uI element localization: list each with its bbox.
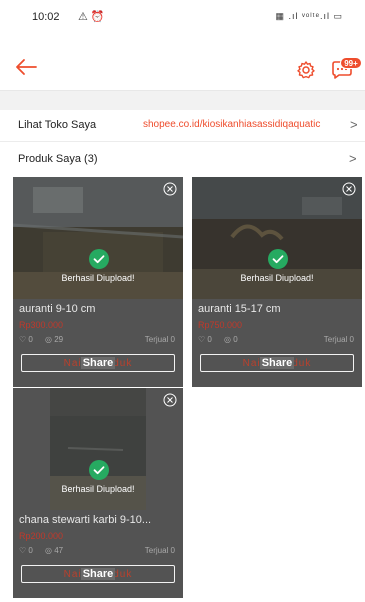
view-shop-label: Lihat Toko Saya	[18, 119, 97, 131]
my-products-title: Produk Saya (3)	[18, 153, 98, 165]
views-stat: ◎ 47	[45, 546, 63, 555]
status-system-icons: ▦ .ıl ᵛᵒˡᵗᵉ.ıl ▭	[275, 11, 343, 21]
eye-icon: ◎	[224, 335, 231, 344]
status-bar: 10:02 ⚠ ⏰ ▦ .ıl ᵛᵒˡᵗᵉ.ıl ▭	[0, 0, 365, 38]
view-shop-row[interactable]: Lihat Toko Saya shopee.co.id/kiosikanhia…	[0, 110, 365, 142]
share-button[interactable]: Naiki Produk Share	[21, 354, 175, 372]
close-icon[interactable]	[163, 182, 177, 196]
product-name: auranti 15-17 cm	[198, 303, 281, 315]
upload-success-label: Berhasil Diupload!	[240, 273, 314, 283]
my-products-panel: Produk Saya (3) > Berhasil Diupload! aur…	[0, 142, 365, 602]
views-count: 47	[54, 546, 64, 555]
chevron-right-icon: >	[349, 151, 357, 166]
check-circle-icon	[89, 460, 109, 480]
chat-badge: 99+	[340, 57, 362, 69]
likes-count: 0	[28, 335, 33, 344]
app-header: 99+	[0, 38, 365, 90]
settings-gear-icon[interactable]	[296, 60, 316, 80]
share-label: Share	[259, 357, 295, 369]
share-label: Share	[80, 357, 116, 369]
likes-stat: ♡ 0	[198, 335, 212, 344]
check-circle-icon	[268, 249, 288, 269]
product-price: Rp750.000	[198, 320, 243, 330]
product-price: Rp200.000	[19, 531, 64, 541]
shop-link[interactable]: shopee.co.id/kiosikanhiasassidiqaquatic	[143, 119, 320, 130]
likes-stat: ♡ 0	[19, 335, 33, 344]
status-time: 10:02	[32, 11, 60, 23]
likes-stat: ♡ 0	[19, 546, 33, 555]
share-button[interactable]: Naiki Produk Share	[200, 354, 354, 372]
share-button[interactable]: Naiki Produk Share	[21, 565, 175, 583]
eye-icon: ◎	[45, 546, 52, 555]
check-circle-icon	[89, 249, 109, 269]
back-arrow-icon[interactable]	[14, 58, 38, 76]
product-card[interactable]: Berhasil Diupload! auranti 9-10 cm Rp300…	[13, 177, 183, 387]
close-icon[interactable]	[342, 182, 356, 196]
product-stats: ♡ 0 ◎ 0 Terjual 0	[198, 335, 356, 347]
upload-success-label: Berhasil Diupload!	[61, 273, 135, 283]
heart-icon: ♡	[19, 546, 27, 555]
views-stat: ◎ 0	[224, 335, 238, 344]
product-stats: ♡ 0 ◎ 47 Terjual 0	[19, 546, 177, 558]
share-label: Share	[80, 568, 116, 580]
sold-count: Terjual 0	[323, 335, 354, 344]
views-stat: ◎ 29	[45, 335, 63, 344]
close-icon[interactable]	[163, 393, 177, 407]
views-count: 29	[54, 335, 64, 344]
product-name: auranti 9-10 cm	[19, 303, 96, 315]
my-products-header[interactable]: Produk Saya (3) >	[0, 142, 365, 176]
eye-icon: ◎	[45, 335, 52, 344]
product-price: Rp300.000	[19, 320, 64, 330]
sold-count: Terjual 0	[144, 546, 175, 555]
product-stats: ♡ 0 ◎ 29 Terjual 0	[19, 335, 177, 347]
heart-icon: ♡	[198, 335, 206, 344]
heart-icon: ♡	[19, 335, 27, 344]
section-divider	[0, 90, 365, 110]
likes-count: 0	[28, 546, 33, 555]
views-count: 0	[233, 335, 238, 344]
sold-count: Terjual 0	[144, 335, 175, 344]
product-card[interactable]: Berhasil Diupload! auranti 15-17 cm Rp75…	[192, 177, 362, 387]
status-notification-icons: ⚠ ⏰	[78, 11, 105, 23]
likes-count: 0	[207, 335, 212, 344]
product-card[interactable]: Berhasil Diupload! chana stewarti karbi …	[13, 388, 183, 598]
chevron-right-icon: >	[350, 117, 358, 132]
upload-success-label: Berhasil Diupload!	[61, 484, 135, 494]
product-name: chana stewarti karbi 9-10...	[19, 514, 152, 526]
